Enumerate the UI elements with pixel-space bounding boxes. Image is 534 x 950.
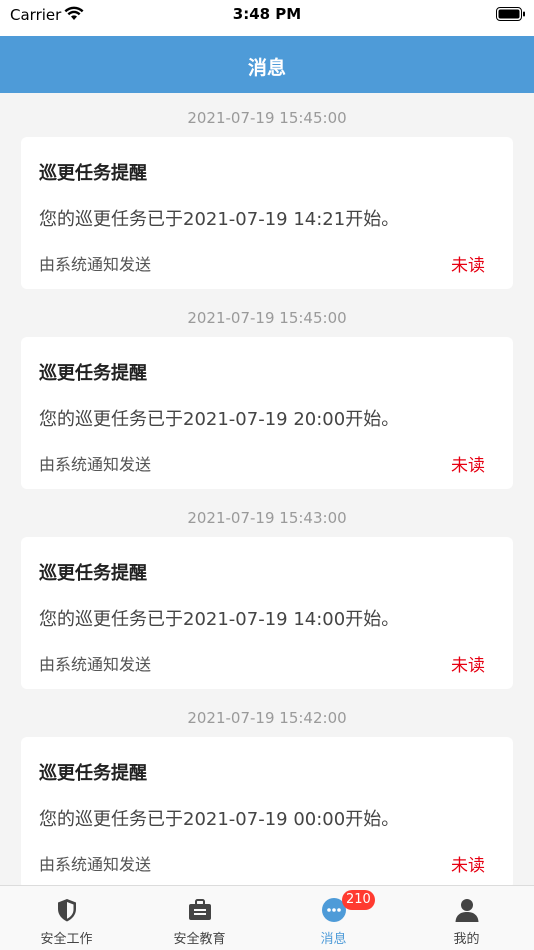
message-group: 2021-07-19 15:42:00 巡更任务提醒 您的巡更任务已于2021-… [0,693,534,885]
message-timestamp: 2021-07-19 15:42:00 [187,709,347,727]
message-card[interactable]: 巡更任务提醒 您的巡更任务已于2021-07-19 20:00开始。 由系统通知… [21,337,513,489]
message-sender: 由系统通知发送 [39,655,152,674]
message-card[interactable]: 巡更任务提醒 您的巡更任务已于2021-07-19 00:00开始。 由系统通知… [21,737,513,885]
navigation-bar: 消息 [0,36,534,93]
message-timestamp: 2021-07-19 15:43:00 [187,509,347,527]
message-group: 2021-07-19 15:43:00 巡更任务提醒 您的巡更任务已于2021-… [0,493,534,693]
message-body: 您的巡更任务已于2021-07-19 00:00开始。 [39,809,400,830]
status-bar: Carrier 3:48 PM [0,0,534,36]
message-timestamp: 2021-07-19 15:45:00 [187,109,347,127]
page-title: 消息 [247,57,286,79]
message-sender: 由系统通知发送 [39,255,152,274]
message-sender: 由系统通知发送 [39,855,152,874]
unread-count-badge: 210 [342,890,375,910]
tab-label: 消息 [320,932,347,947]
message-sender: 由系统通知发送 [39,455,152,474]
message-title: 巡更任务提醒 [39,163,147,184]
tab-label: 安全教育 [173,932,226,947]
tab-mine[interactable]: 我的 [400,886,533,950]
message-body: 您的巡更任务已于2021-07-19 20:00开始。 [39,409,400,430]
message-title: 巡更任务提醒 [39,363,147,384]
message-title: 巡更任务提醒 [39,563,147,584]
message-card[interactable]: 巡更任务提醒 您的巡更任务已于2021-07-19 14:21开始。 由系统通知… [21,137,513,289]
user-icon [454,897,480,923]
unread-status: 未读 [451,456,485,476]
message-list[interactable]: 2021-07-19 15:45:00 巡更任务提醒 您的巡更任务已于2021-… [0,93,534,885]
message-group: 2021-07-19 15:45:00 巡更任务提醒 您的巡更任务已于2021-… [0,93,534,293]
tab-label: 安全工作 [40,932,93,947]
message-body: 您的巡更任务已于2021-07-19 14:21开始。 [39,209,400,230]
message-timestamp: 2021-07-19 15:45:00 [187,309,347,327]
tab-safety-work[interactable]: 安全工作 [0,886,133,950]
tab-label: 我的 [453,932,480,947]
unread-status: 未读 [451,256,485,276]
message-body: 您的巡更任务已于2021-07-19 14:00开始。 [39,609,400,630]
briefcase-icon [187,897,213,923]
unread-status: 未读 [451,656,485,676]
tab-messages[interactable]: 210 消息 [267,886,400,950]
battery-icon [496,7,526,26]
tab-bar: 安全工作 安全教育 210 消息 我的 [0,885,534,950]
message-card[interactable]: 巡更任务提醒 您的巡更任务已于2021-07-19 14:00开始。 由系统通知… [21,537,513,689]
clock: 3:48 PM [232,5,302,23]
message-group: 2021-07-19 15:45:00 巡更任务提醒 您的巡更任务已于2021-… [0,293,534,493]
unread-status: 未读 [451,856,485,876]
shield-icon [54,897,80,923]
tab-safety-education[interactable]: 安全教育 [133,886,266,950]
message-title: 巡更任务提醒 [39,763,147,784]
